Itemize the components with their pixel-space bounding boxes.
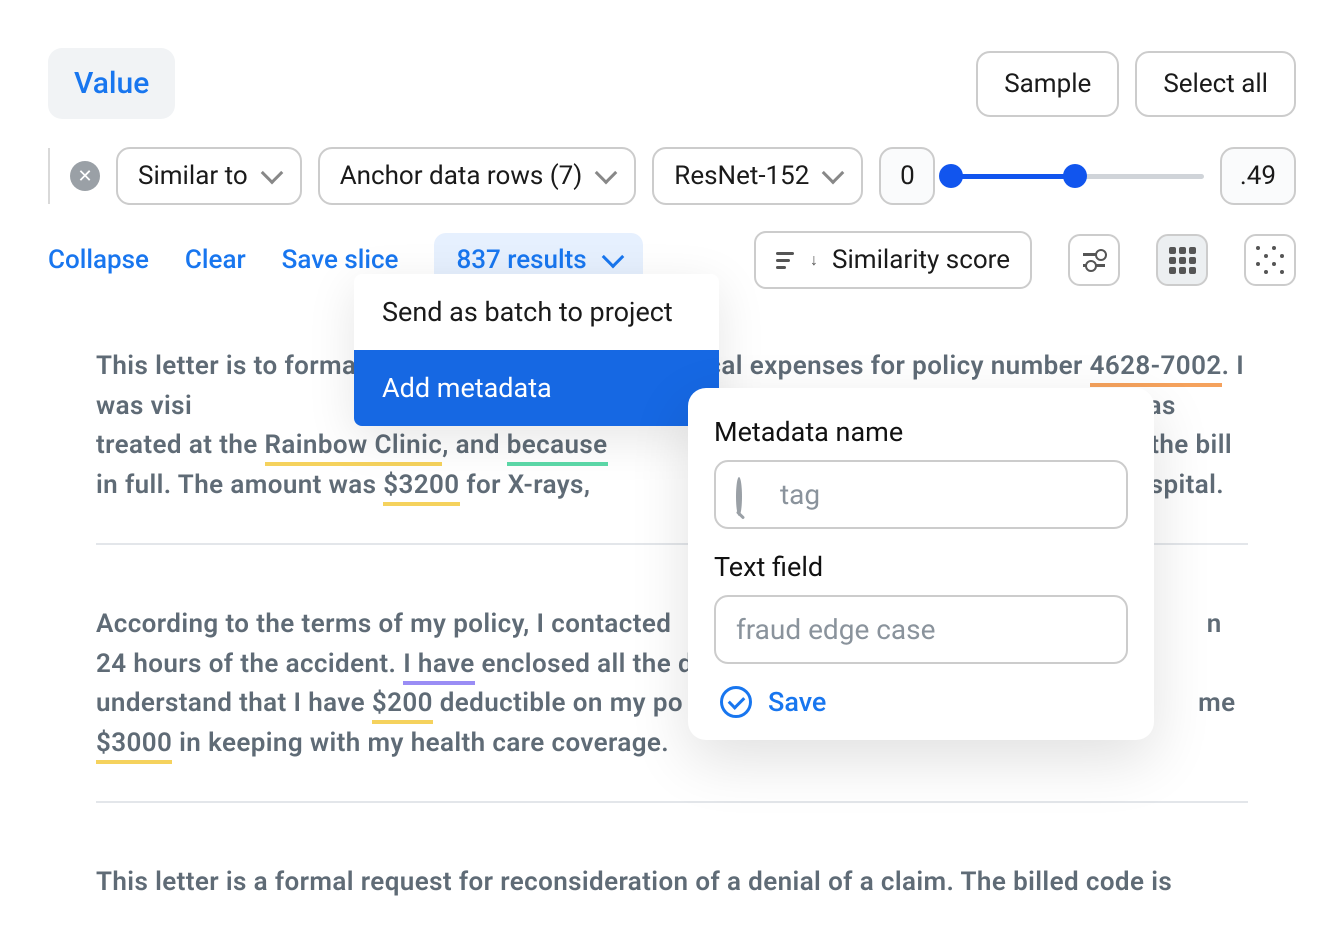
results-count: 837 results bbox=[456, 245, 586, 275]
clear-filter-icon[interactable]: ✕ bbox=[70, 161, 100, 191]
results-menu: Send as batch to project Add metadata bbox=[354, 274, 719, 426]
text-field-input[interactable]: fraud edge case bbox=[714, 595, 1128, 664]
slider-track-active bbox=[951, 174, 1075, 179]
select-all-button[interactable]: Select all bbox=[1135, 51, 1296, 117]
save-slice-link[interactable]: Save slice bbox=[282, 245, 399, 275]
collapse-link[interactable]: Collapse bbox=[48, 245, 149, 275]
save-label: Save bbox=[768, 686, 826, 718]
highlight-policy: 4628-7002 bbox=[1090, 351, 1222, 387]
result-row[interactable]: This letter is a formal request for reco… bbox=[96, 853, 1248, 941]
sample-button[interactable]: Sample bbox=[976, 51, 1119, 117]
metadata-name-input[interactable]: tag bbox=[714, 460, 1128, 529]
divider bbox=[48, 148, 50, 204]
metadata-name-value: tag bbox=[780, 478, 820, 511]
highlight-amount: $3000 bbox=[96, 728, 172, 764]
chevron-down-icon bbox=[601, 246, 624, 269]
model-label: ResNet-152 bbox=[674, 161, 809, 191]
scatter-icon bbox=[1256, 246, 1285, 275]
filter-sliders-button[interactable] bbox=[1068, 234, 1120, 286]
arrow-down-icon: ↓ bbox=[810, 250, 818, 270]
highlight-clinic: Rainbow Clinic bbox=[265, 430, 443, 466]
similar-to-select[interactable]: Similar to bbox=[116, 147, 302, 205]
range-slider[interactable] bbox=[951, 162, 1204, 190]
value-pill[interactable]: Value bbox=[48, 48, 175, 119]
grid-view-button[interactable] bbox=[1156, 234, 1208, 286]
range-high[interactable]: .49 bbox=[1220, 147, 1296, 205]
sort-button[interactable]: ↓ Similarity score bbox=[754, 231, 1032, 289]
sort-label: Similarity score bbox=[832, 245, 1010, 275]
range-low[interactable]: 0 bbox=[879, 147, 935, 205]
metadata-name-label: Metadata name bbox=[714, 416, 1128, 448]
chevron-down-icon bbox=[822, 162, 845, 185]
model-select[interactable]: ResNet-152 bbox=[652, 147, 863, 205]
slider-thumb-low[interactable] bbox=[939, 164, 963, 188]
sort-icon bbox=[776, 252, 794, 269]
slider-thumb-high[interactable] bbox=[1063, 164, 1087, 188]
similar-to-label: Similar to bbox=[138, 161, 248, 191]
highlight-because: because bbox=[507, 430, 608, 466]
text-field-value: fraud edge case bbox=[736, 613, 935, 646]
menu-send-batch[interactable]: Send as batch to project bbox=[354, 274, 719, 350]
highlight-ihave: I have bbox=[403, 649, 474, 685]
clear-link[interactable]: Clear bbox=[185, 245, 246, 275]
highlight-amount: $3200 bbox=[383, 470, 459, 506]
grid-icon bbox=[1169, 247, 1196, 274]
metadata-popover: Metadata name tag Text field fraud edge … bbox=[688, 388, 1154, 740]
chevron-down-icon bbox=[260, 162, 283, 185]
sliders-icon bbox=[1083, 253, 1105, 267]
anchor-rows-label: Anchor data rows (7) bbox=[340, 161, 583, 191]
menu-add-metadata[interactable]: Add metadata bbox=[354, 350, 719, 426]
text-field-label: Text field bbox=[714, 551, 1128, 583]
scatter-view-button[interactable] bbox=[1244, 234, 1296, 286]
result-text: This letter is a formal request for reco… bbox=[96, 863, 1248, 903]
anchor-rows-select[interactable]: Anchor data rows (7) bbox=[318, 147, 637, 205]
chevron-down-icon bbox=[595, 162, 618, 185]
save-metadata-button[interactable]: Save bbox=[720, 686, 1128, 718]
check-circle-icon bbox=[720, 686, 752, 718]
search-icon bbox=[736, 480, 766, 510]
highlight-amount: $200 bbox=[372, 688, 433, 724]
